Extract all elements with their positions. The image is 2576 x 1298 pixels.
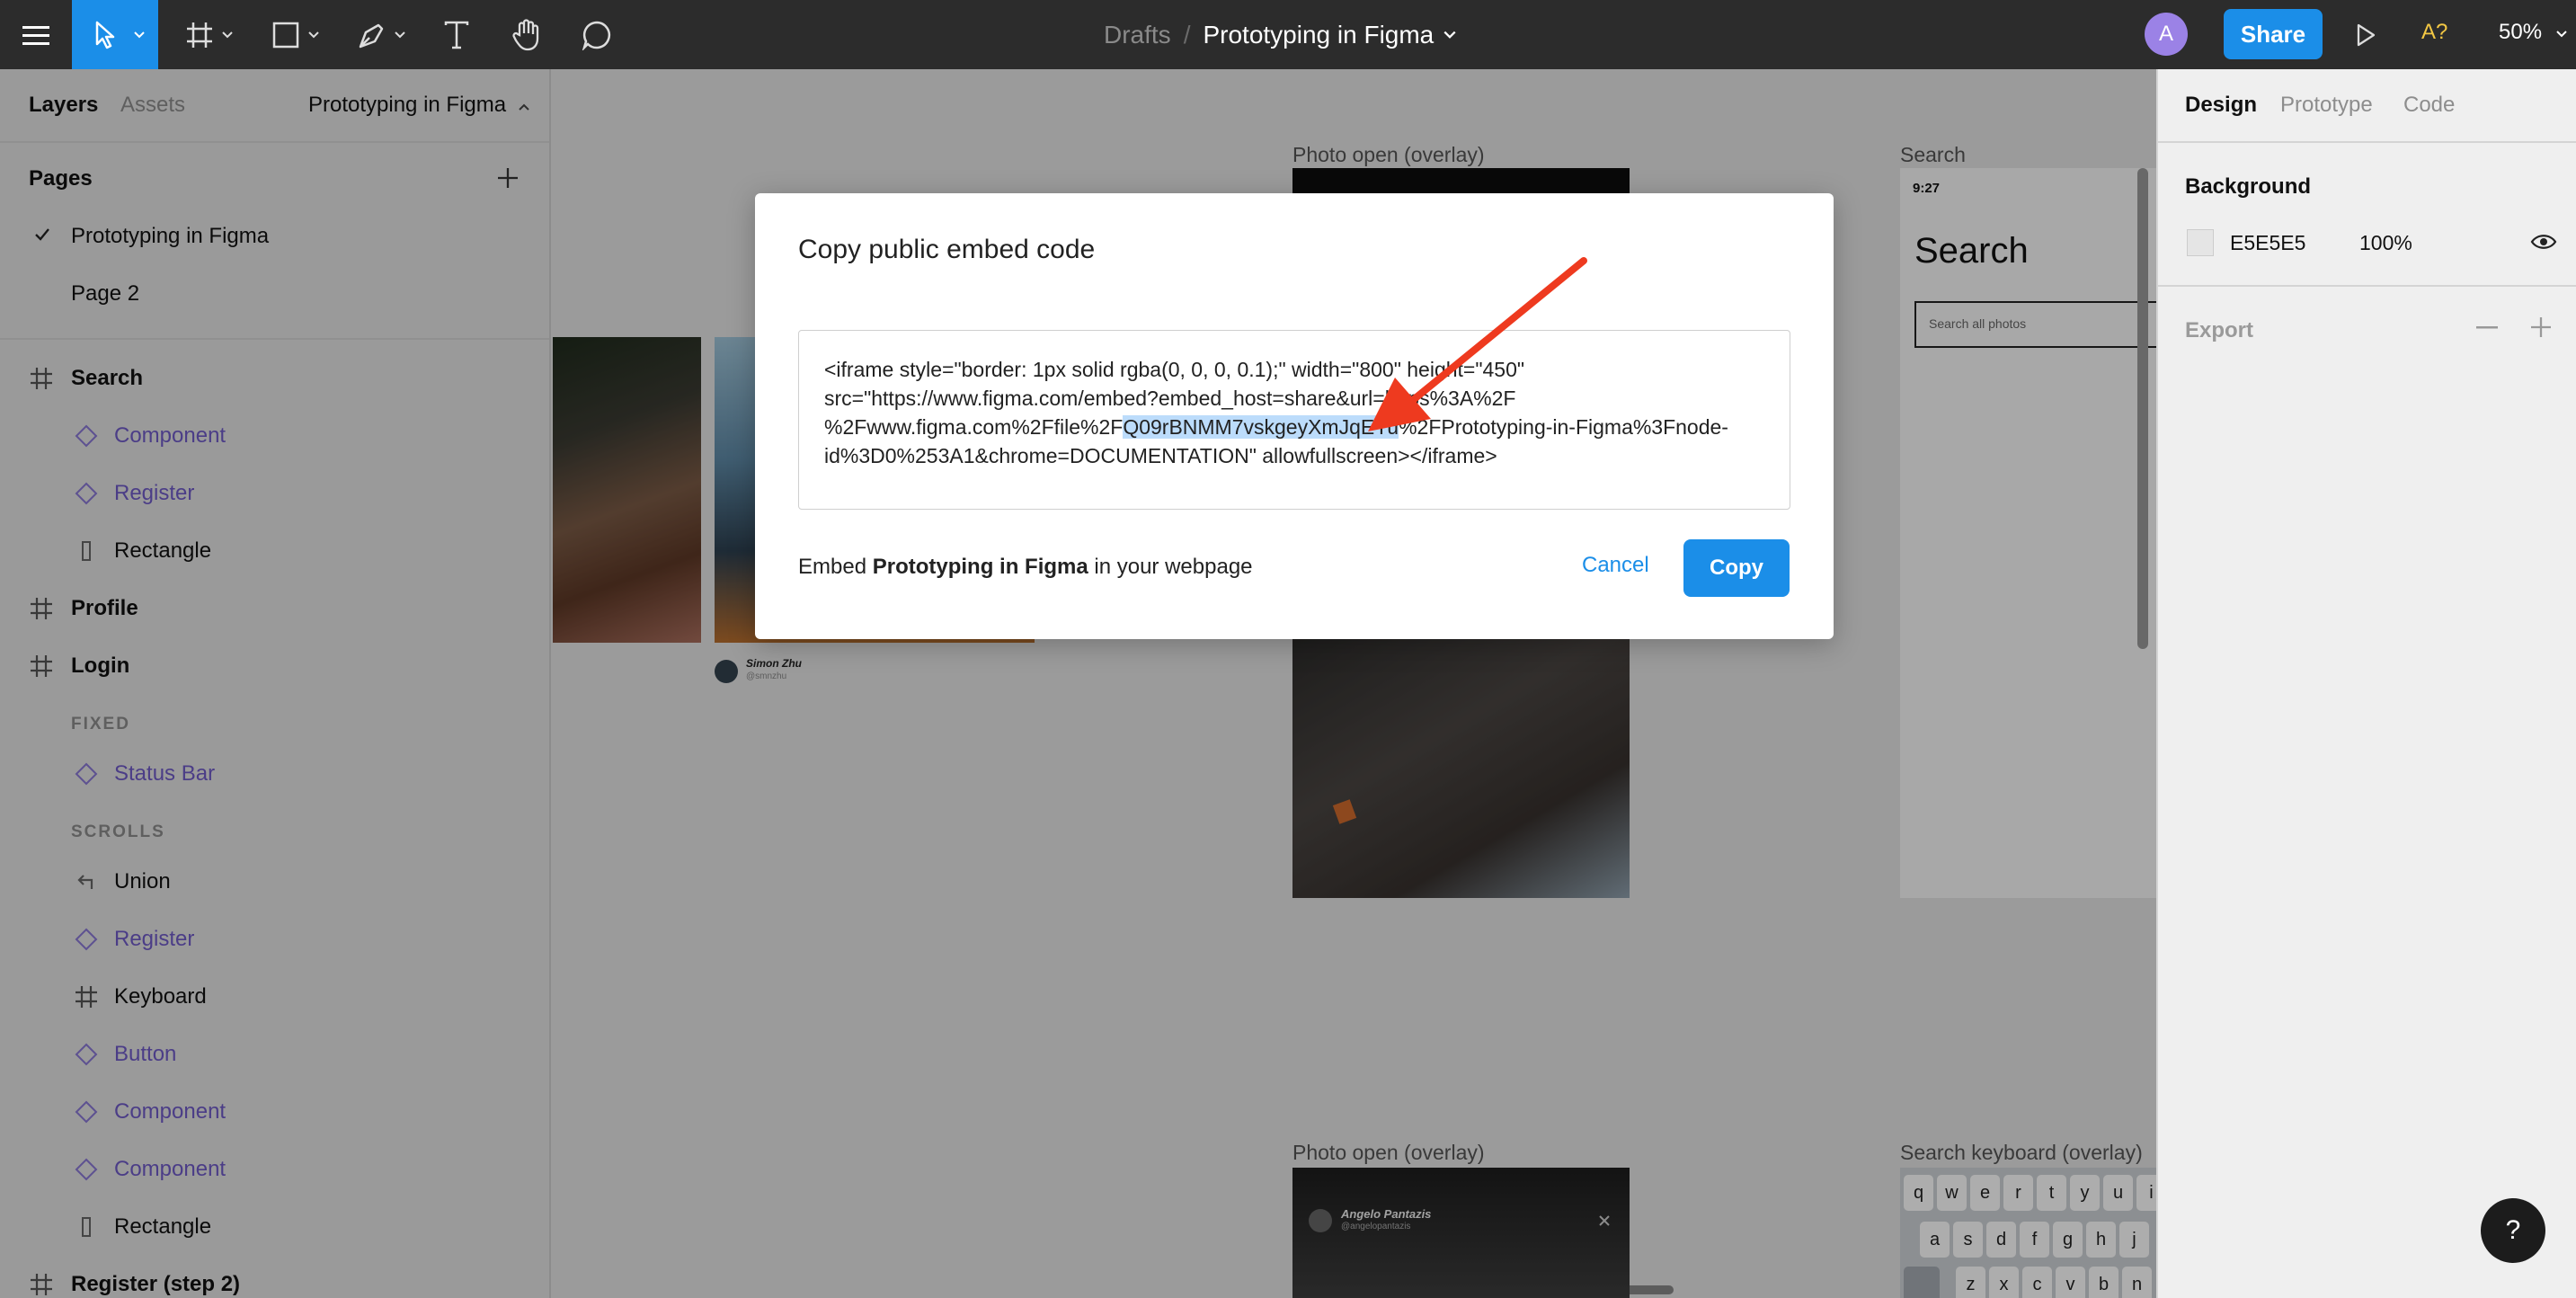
breadcrumb-separator: / xyxy=(1183,20,1191,49)
copy-button[interactable]: Copy xyxy=(1683,539,1790,597)
dialog-title: Copy public embed code xyxy=(798,235,1096,264)
description-text: Embed xyxy=(798,555,873,579)
code-segment: %2Fwww.figma.com%2Ffile%2F xyxy=(824,415,1124,439)
color-swatch[interactable] xyxy=(2187,229,2214,256)
chevron-down-icon xyxy=(2556,31,2567,38)
frame-tool-icon[interactable] xyxy=(171,0,243,69)
file-name[interactable]: Prototyping in Figma xyxy=(1203,21,1434,49)
divider xyxy=(2158,285,2576,287)
menu-icon[interactable] xyxy=(0,0,72,69)
embed-code-textarea[interactable]: <iframe style="border: 1px solid rgba(0,… xyxy=(798,330,1790,510)
move-tool-icon[interactable] xyxy=(72,0,158,69)
breadcrumb: Drafts / Prototyping in Figma xyxy=(1104,0,1457,69)
code-line: id%3D0%253A1&chrome=DOCUMENTATION" allow… xyxy=(824,444,1497,467)
eye-icon[interactable] xyxy=(2530,231,2557,253)
text-tool-icon[interactable] xyxy=(430,0,484,69)
present-play-icon[interactable] xyxy=(2344,0,2387,69)
divider xyxy=(2158,141,2576,143)
avatar[interactable]: A xyxy=(2145,13,2188,56)
background-opacity[interactable]: 100% xyxy=(2359,231,2412,255)
zoom-value: 50% xyxy=(2499,20,2543,44)
zoom-level[interactable]: 50% xyxy=(2499,20,2568,45)
share-button[interactable]: Share xyxy=(2224,9,2323,59)
tab-prototype[interactable]: Prototype xyxy=(2280,93,2373,118)
chevron-down-icon[interactable] xyxy=(1443,30,1457,40)
hand-tool-icon[interactable] xyxy=(500,0,554,69)
tab-design[interactable]: Design xyxy=(2185,93,2257,118)
comment-tool-icon[interactable] xyxy=(570,0,624,69)
dialog-description: Embed Prototyping in Figma in your webpa… xyxy=(798,555,1253,580)
cancel-button[interactable]: Cancel xyxy=(1582,553,1649,578)
tab-code[interactable]: Code xyxy=(2403,93,2455,118)
description-text: in your webpage xyxy=(1088,555,1253,579)
breadcrumb-drafts[interactable]: Drafts xyxy=(1104,21,1171,49)
shape-tool-icon[interactable] xyxy=(257,0,329,69)
background-label: Background xyxy=(2185,174,2312,199)
design-panel: Design Prototype Code Background E5E5E5 … xyxy=(2156,69,2576,1298)
plus-icon[interactable] xyxy=(2530,316,2552,338)
horizontal-scrollbar[interactable] xyxy=(1426,1285,1674,1294)
minus-icon[interactable] xyxy=(2476,326,2498,330)
accessibility-check-button[interactable]: A? xyxy=(2421,20,2447,45)
description-file-name: Prototyping in Figma xyxy=(872,555,1088,579)
background-hex[interactable]: E5E5E5 xyxy=(2230,231,2305,255)
export-label: Export xyxy=(2185,318,2254,342)
annotation-arrow xyxy=(1368,257,1587,431)
toolbar: Drafts / Prototyping in Figma A Share A?… xyxy=(0,0,2576,69)
embed-code-dialog: Copy public embed code <iframe style="bo… xyxy=(755,193,1834,639)
help-button[interactable]: ? xyxy=(2481,1198,2545,1263)
pen-tool-icon[interactable] xyxy=(343,0,415,69)
